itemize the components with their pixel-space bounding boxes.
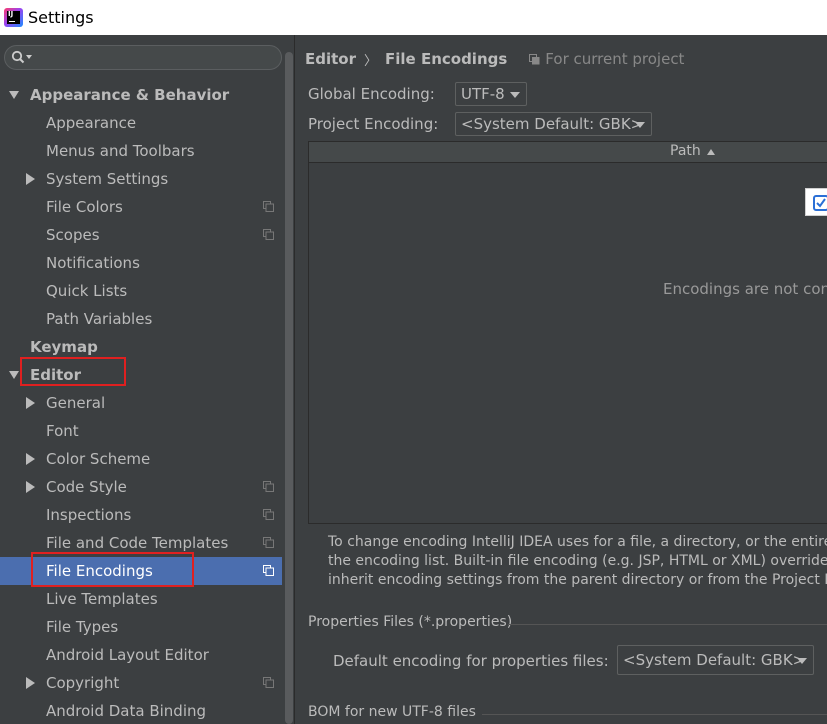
sidebar-item-notifications[interactable]: Notifications [0, 249, 282, 277]
title-bar: Settings [0, 0, 827, 35]
global-encoding-value: UTF-8 [461, 85, 505, 103]
sidebar-item-file-colors[interactable]: File Colors [0, 193, 282, 221]
expanded-arrow-icon[interactable] [9, 369, 19, 381]
bom-section-title: BOM for new UTF-8 files [308, 704, 476, 720]
sidebar-item-label: System Settings [46, 170, 169, 188]
properties-encoding-value: <System Default: GBK> [623, 651, 806, 669]
help-line-2: the encoding list. Built-in file encodin… [328, 553, 827, 569]
expanded-arrow-icon[interactable] [9, 89, 19, 101]
sidebar-item-label: Copyright [46, 674, 120, 692]
sidebar-item-file-types[interactable]: File Types [0, 613, 282, 641]
sidebar-item-code-style[interactable]: Code Style [0, 473, 282, 501]
sidebar-item-label: Live Templates [46, 590, 158, 608]
breadcrumb-editor[interactable]: Editor [305, 50, 356, 68]
help-line-3: inherit encoding settings from the paren… [328, 572, 827, 588]
breadcrumb-file-encodings: File Encodings [385, 50, 508, 68]
project-scope-icon [263, 201, 274, 212]
settings-content: Editor 〉 File Encodings For current proj… [295, 35, 827, 724]
sidebar-item-appearance-behavior[interactable]: Appearance & Behavior [0, 81, 282, 109]
sidebar-item-label: Appearance [46, 114, 137, 132]
sidebar-item-menus-and-toolbars[interactable]: Menus and Toolbars [0, 137, 282, 165]
sidebar-item-appearance[interactable]: Appearance [0, 109, 282, 137]
properties-encoding-dropdown[interactable]: <System Default: GBK> [617, 645, 814, 675]
default-encoding-label: Default encoding for properties files: [333, 652, 609, 670]
sidebar-scrollbar-thumb[interactable] [285, 52, 293, 724]
sidebar-item-android-layout-editor[interactable]: Android Layout Editor [0, 641, 282, 669]
project-scope-icon [263, 677, 274, 688]
add-mapping-button[interactable] [805, 188, 827, 216]
table-header: Path [309, 142, 827, 163]
breadcrumb: Editor 〉 File Encodings For current proj… [305, 49, 684, 69]
editor-highlight-box [20, 357, 126, 386]
project-scope-icon [263, 509, 274, 520]
search-icon[interactable] [11, 50, 33, 64]
sidebar-item-label: Font [46, 422, 79, 440]
sidebar-item-quick-lists[interactable]: Quick Lists [0, 277, 282, 305]
sidebar-item-label: Appearance & Behavior [30, 86, 230, 104]
chevron-down-icon [510, 92, 520, 98]
encodings-table[interactable]: Path Encodings are not conf [308, 141, 827, 524]
sidebar-item-copyright[interactable]: Copyright [0, 669, 282, 697]
sidebar-item-label: Android Data Binding [46, 702, 207, 720]
table-empty-text: Encodings are not conf [663, 280, 827, 298]
collapsed-arrow-icon[interactable] [25, 677, 35, 689]
chevron-down-icon [635, 122, 645, 128]
project-scope-icon [263, 229, 274, 240]
sidebar-item-label: Menus and Toolbars [46, 142, 195, 160]
sidebar-item-label: Path Variables [46, 310, 153, 328]
sidebar-item-android-data-binding[interactable]: Android Data Binding [0, 697, 282, 724]
project-scope-icon [263, 565, 274, 576]
edit-icon [813, 195, 827, 211]
project-encoding-dropdown[interactable]: <System Default: GBK> [455, 112, 652, 136]
collapsed-arrow-icon[interactable] [25, 173, 35, 185]
sidebar-item-label: Scopes [46, 226, 100, 244]
sidebar-item-label: Notifications [46, 254, 140, 272]
project-scope-icon [529, 53, 540, 64]
sidebar-item-label: Color Scheme [46, 450, 151, 468]
sidebar-item-font[interactable]: Font [0, 417, 282, 445]
sidebar-item-label: Android Layout Editor [46, 646, 209, 664]
chevron-down-icon [797, 658, 807, 664]
sidebar-item-label: General [46, 394, 106, 412]
sidebar-item-system-settings[interactable]: System Settings [0, 165, 282, 193]
help-line-1: To change encoding IntelliJ IDEA uses fo… [328, 534, 827, 550]
sidebar-item-inspections[interactable]: Inspections [0, 501, 282, 529]
collapsed-arrow-icon[interactable] [25, 481, 35, 493]
global-encoding-label: Global Encoding: [308, 85, 435, 103]
sidebar-item-color-scheme[interactable]: Color Scheme [0, 445, 282, 473]
window-title: Settings [28, 8, 94, 27]
sort-ascending-icon [707, 149, 715, 155]
sidebar-item-general[interactable]: General [0, 389, 282, 417]
breadcrumb-separator-icon: 〉 [364, 53, 378, 69]
sidebar-item-label: File Colors [46, 198, 123, 216]
project-scope-icon [263, 537, 274, 548]
project-encoding-value: <System Default: GBK> [461, 115, 644, 133]
sidebar-item-label: Inspections [46, 506, 132, 524]
properties-section-rule [508, 624, 827, 625]
sidebar-item-path-variables[interactable]: Path Variables [0, 305, 282, 333]
file-encodings-highlight-box [31, 552, 194, 587]
sidebar-item-label: Code Style [46, 478, 127, 496]
intellij-logo-icon [4, 8, 23, 27]
sidebar-item-live-templates[interactable]: Live Templates [0, 585, 282, 613]
encoding-help-text: To change encoding IntelliJ IDEA uses fo… [328, 533, 827, 590]
collapsed-arrow-icon[interactable] [25, 397, 35, 409]
project-scope-icon [263, 481, 274, 492]
project-encoding-label: Project Encoding: [308, 115, 439, 133]
sidebar-item-scopes[interactable]: Scopes [0, 221, 282, 249]
sidebar-item-label: Quick Lists [46, 282, 128, 300]
path-column-header[interactable]: Path [670, 143, 701, 159]
collapsed-arrow-icon[interactable] [25, 453, 35, 465]
sidebar-item-label: File Types [46, 618, 119, 636]
search-input[interactable] [4, 45, 282, 70]
properties-section-title: Properties Files (*.properties) [308, 614, 513, 630]
bom-section-rule [482, 714, 827, 715]
global-encoding-dropdown[interactable]: UTF-8 [455, 82, 527, 106]
scope-label: For current project [545, 50, 685, 68]
